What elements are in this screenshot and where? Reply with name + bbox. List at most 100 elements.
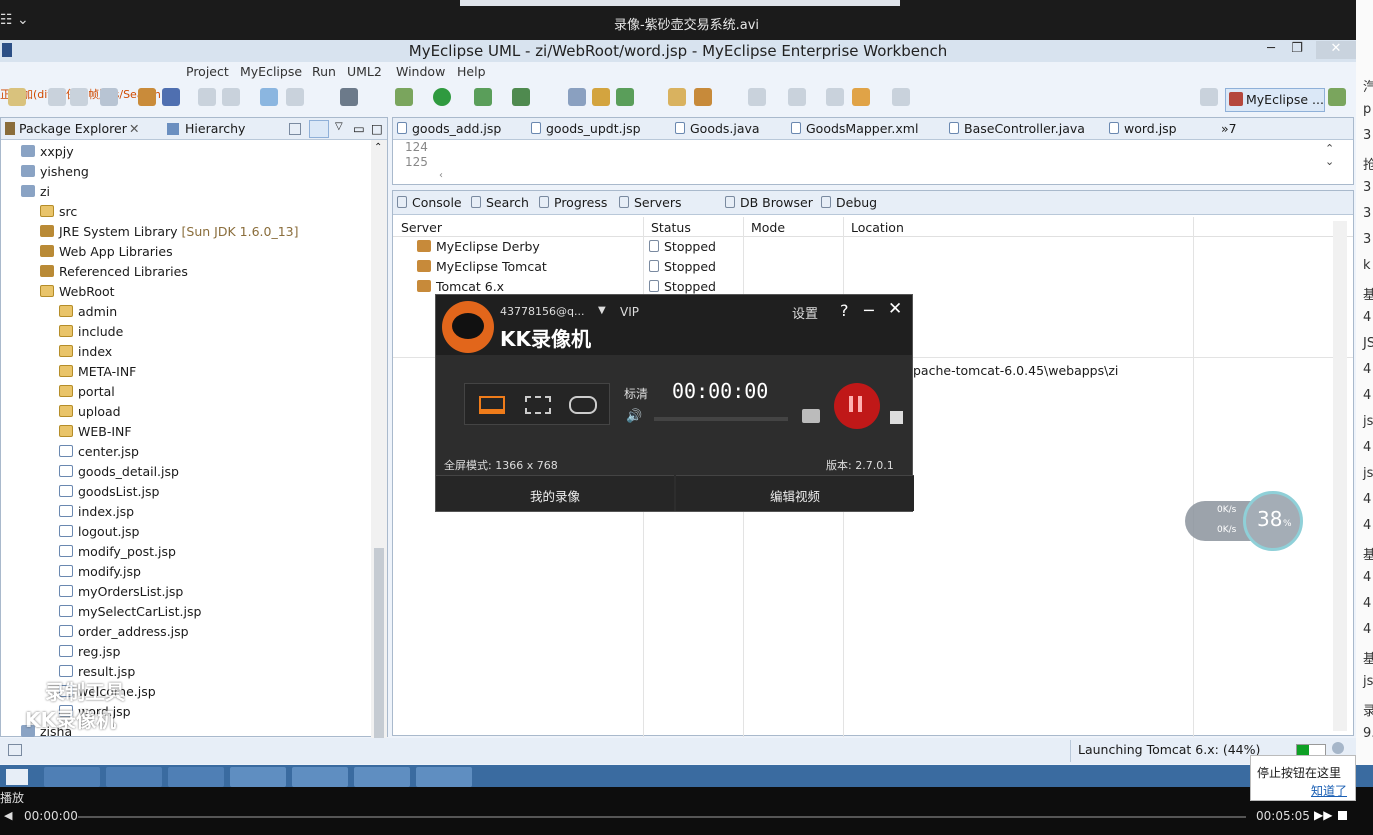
- firefox-icon[interactable]: [230, 767, 286, 787]
- column-server[interactable]: Server: [401, 220, 442, 235]
- editor-tab[interactable]: goods_add.jsp: [397, 121, 501, 136]
- screenshot-icon[interactable]: [802, 409, 820, 423]
- hierarchy-icon[interactable]: [592, 88, 610, 106]
- forward-icon[interactable]: [892, 88, 910, 106]
- open-type-icon[interactable]: [568, 88, 586, 106]
- fullscreen-mode-icon[interactable]: [479, 396, 505, 414]
- kk-help[interactable]: ?: [840, 301, 849, 320]
- menu-help[interactable]: Help: [457, 64, 486, 79]
- edit-video-button[interactable]: 编辑视频: [676, 475, 914, 511]
- bottom-tab[interactable]: Servers: [619, 195, 682, 210]
- bottom-tab[interactable]: Console: [397, 195, 462, 210]
- tree-item[interactable]: order_address.jsp: [59, 624, 189, 644]
- editor-tab[interactable]: word.jsp: [1109, 121, 1177, 136]
- back-icon[interactable]: [852, 88, 870, 106]
- servers-scrollbar[interactable]: [1333, 221, 1347, 731]
- tree-item[interactable]: portal: [59, 384, 115, 404]
- menu-run[interactable]: Run: [312, 64, 336, 79]
- close-button[interactable]: ✕: [1316, 41, 1356, 59]
- tree-item[interactable]: upload: [59, 404, 121, 424]
- debug-icon[interactable]: [395, 88, 413, 106]
- debug-perspective-icon[interactable]: [1328, 88, 1346, 106]
- ie-icon[interactable]: [106, 767, 162, 787]
- explorer-icon[interactable]: [168, 767, 224, 787]
- server-row[interactable]: Tomcat 6.x: [417, 279, 504, 294]
- refresh-icon[interactable]: [616, 88, 634, 106]
- new-icon[interactable]: [8, 88, 26, 106]
- print-icon[interactable]: [70, 88, 88, 106]
- minimize-view-icon[interactable]: ▭: [353, 121, 365, 136]
- bottom-tab[interactable]: Debug: [821, 195, 877, 210]
- account-dropdown-icon[interactable]: ▼: [598, 305, 606, 316]
- tree-item[interactable]: mySelectCarList.jsp: [59, 604, 201, 624]
- stop-icon[interactable]: [1338, 811, 1347, 820]
- tree-item[interactable]: src: [40, 204, 77, 224]
- pause-button[interactable]: [834, 383, 880, 429]
- tab-hierarchy[interactable]: Hierarchy: [185, 121, 245, 136]
- menu-project[interactable]: Project: [186, 64, 229, 79]
- menu-uml2[interactable]: UML2: [347, 64, 382, 79]
- save-icon[interactable]: [48, 88, 66, 106]
- bottom-tab[interactable]: Search: [471, 195, 529, 210]
- tree-item[interactable]: goodsList.jsp: [59, 484, 159, 504]
- kk-close-icon[interactable]: ✕: [888, 299, 902, 319]
- menu-myeclipse[interactable]: MyEclipse: [240, 64, 302, 79]
- game-mode-icon[interactable]: [569, 396, 597, 414]
- package-icon[interactable]: [138, 88, 156, 106]
- perspective-myeclipse[interactable]: MyEclipse ...: [1225, 88, 1325, 112]
- browser-icon[interactable]: [286, 88, 304, 106]
- collapse-all-icon[interactable]: [289, 123, 301, 135]
- prev-annotation-icon[interactable]: [788, 88, 806, 106]
- undo-icon[interactable]: [222, 88, 240, 106]
- tab-package-explorer[interactable]: Package Explorer: [19, 121, 127, 136]
- editor-tab[interactable]: goods_updt.jsp: [531, 121, 641, 136]
- tree-scroll-thumb[interactable]: [374, 548, 384, 738]
- column-location[interactable]: Location: [851, 220, 904, 235]
- server-row[interactable]: MyEclipse Derby: [417, 239, 540, 254]
- tree-item[interactable]: goods_detail.jsp: [59, 464, 179, 484]
- editor-tab[interactable]: BaseController.java: [949, 121, 1085, 136]
- scroll-up-icon[interactable]: ⌃: [374, 142, 382, 153]
- open-folder-icon[interactable]: [668, 88, 686, 106]
- search-icon[interactable]: [694, 88, 712, 106]
- tree-item[interactable]: include: [59, 324, 123, 344]
- tree-item[interactable]: center.jsp: [59, 444, 139, 464]
- bottom-tab[interactable]: Progress: [539, 195, 607, 210]
- kk-account[interactable]: 43778156@q...: [500, 305, 584, 318]
- editor-tab[interactable]: Goods.java: [675, 121, 760, 136]
- tree-item[interactable]: JRE System Library [Sun JDK 1.6.0_13]: [40, 224, 299, 244]
- code-editor[interactable]: [439, 140, 1319, 170]
- close-tab-icon[interactable]: ✕: [129, 121, 139, 136]
- editor-hscroll-left-icon[interactable]: ‹: [439, 170, 443, 181]
- editor-tab[interactable]: GoodsMapper.xml: [791, 121, 918, 136]
- wizard-icon[interactable]: [260, 88, 278, 106]
- menu-window[interactable]: Window: [396, 64, 445, 79]
- console-icon[interactable]: [100, 88, 118, 106]
- tree-item[interactable]: modify_post.jsp: [59, 544, 176, 564]
- region-mode-icon[interactable]: [525, 396, 551, 414]
- view-menu-icon[interactable]: ▽: [335, 121, 343, 132]
- chrome-icon[interactable]: [44, 767, 100, 787]
- kk-quality[interactable]: 标清: [624, 385, 648, 402]
- bottom-tab[interactable]: DB Browser: [725, 195, 813, 210]
- external-tools-icon[interactable]: [512, 88, 530, 106]
- editor-scroll-icon[interactable]: ⌃ ⌄: [1325, 142, 1334, 168]
- tree-item[interactable]: myOrdersList.jsp: [59, 584, 183, 604]
- tree-item[interactable]: index: [59, 344, 112, 364]
- tree-item[interactable]: index.jsp: [59, 504, 134, 524]
- next-annotation-icon[interactable]: [748, 88, 766, 106]
- kk-vip-badge[interactable]: VIP: [620, 305, 639, 319]
- tip-dismiss-link[interactable]: 知道了: [1311, 782, 1347, 799]
- restore-button[interactable]: ❐: [1282, 41, 1312, 59]
- column-mode[interactable]: Mode: [751, 220, 785, 235]
- myeclipse-taskbar-icon[interactable]: [416, 767, 472, 787]
- run-config-icon[interactable]: [474, 88, 492, 106]
- kk-recorder-icon[interactable]: [292, 767, 348, 787]
- fast-view-icon[interactable]: [8, 744, 22, 756]
- tree-item[interactable]: WEB-INF: [59, 424, 132, 444]
- start-icon[interactable]: [6, 769, 28, 785]
- tree-item[interactable]: zi: [21, 184, 50, 204]
- kk-settings[interactable]: 设置: [792, 303, 818, 322]
- volume-icon[interactable]: 🔊: [626, 409, 642, 424]
- monitor-icon[interactable]: [340, 88, 358, 106]
